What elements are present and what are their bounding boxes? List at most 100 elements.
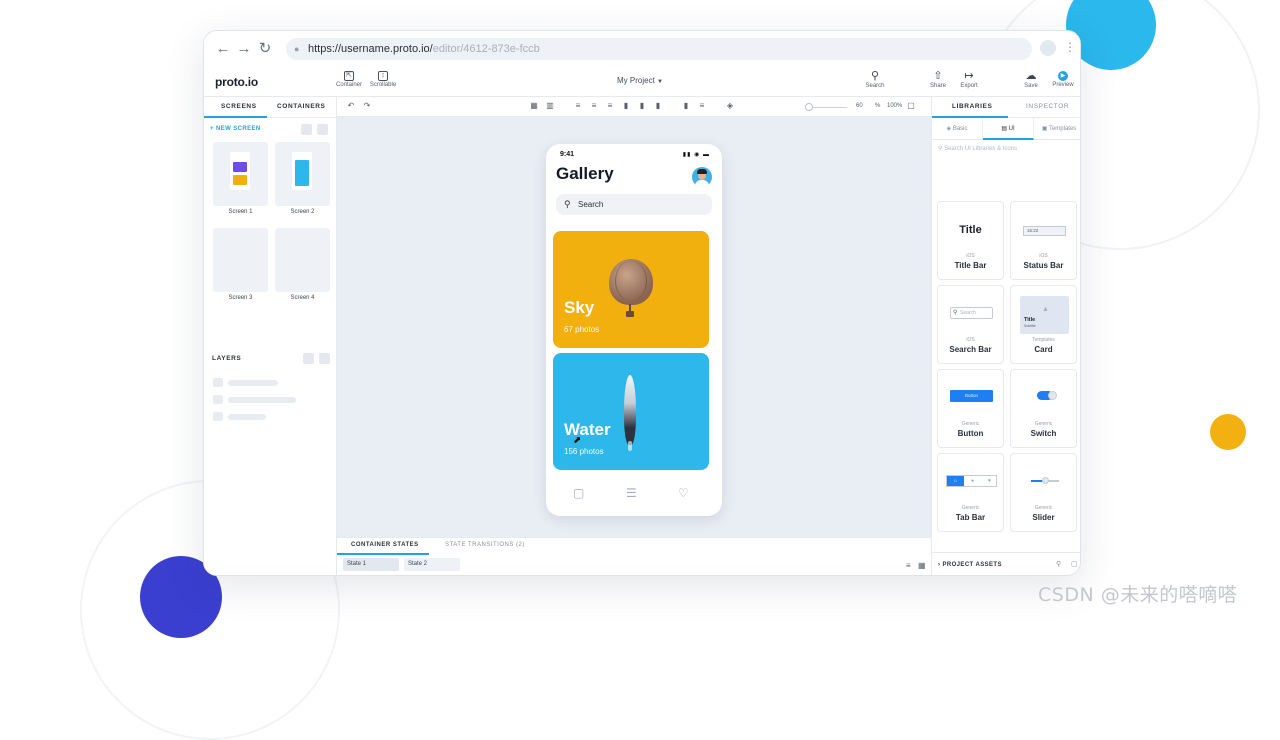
layers-action-button-2[interactable] <box>319 353 330 364</box>
group-icon[interactable]: ▦ <box>530 102 538 110</box>
container-tool-button[interactable]: ⇱ Container <box>334 71 364 88</box>
subtab-ui-label: UI <box>1008 126 1015 132</box>
avatar[interactable] <box>692 167 712 187</box>
screen-label-2: Screen 2 <box>290 209 315 215</box>
forward-arrow-icon[interactable]: → <box>235 40 253 58</box>
boat-wake <box>628 441 632 451</box>
align-bottom-icon[interactable]: ▮ <box>654 102 662 110</box>
project-assets-label: PROJECT ASSETS <box>942 562 1002 568</box>
list-view-icon[interactable]: ≡ <box>906 561 911 570</box>
component-category: Generic <box>1034 421 1053 427</box>
component-switch[interactable]: Generic Switch <box>1010 369 1077 448</box>
heart-icon[interactable]: ♡ <box>678 486 689 500</box>
design-canvas[interactable]: ↶ ↷ ▦ ▥ ≡ ≡ ≡ ▮ ▮ ▮ ▮ ≡ ◈ 60 % 100% ▢ 9:… <box>337 97 931 537</box>
state-chip-1[interactable]: State 1 <box>343 558 399 571</box>
reload-icon[interactable]: ↻ <box>256 40 274 58</box>
zoom-slider-handle[interactable] <box>805 103 813 111</box>
card-subtitle: 67 photos <box>564 325 600 334</box>
component-category: Generic <box>961 421 980 427</box>
align-middle-icon[interactable]: ▮ <box>638 102 646 110</box>
undo-icon[interactable]: ↶ <box>347 102 355 110</box>
component-card[interactable]: ▲ Title Subtitle Templates Card <box>1010 285 1077 364</box>
distribute-horizontal-icon[interactable]: ▮ <box>682 102 690 110</box>
subtab-basic[interactable]: ◈ Basic <box>932 118 983 140</box>
tab-libraries[interactable]: LIBRARIES <box>952 103 992 110</box>
library-search-placeholder: Search UI Libraries & Icons <box>944 146 1018 152</box>
component-search-bar[interactable]: ⚲ Search iOS Search Bar <box>937 285 1004 364</box>
sliders-icon[interactable]: ☰ <box>626 486 637 500</box>
align-center-icon[interactable]: ≡ <box>590 102 598 110</box>
component-button[interactable]: Button Generic Button <box>937 369 1004 448</box>
list-view-button[interactable] <box>317 124 328 135</box>
subtab-basic-label: Basic <box>952 126 968 132</box>
component-category: Generic <box>1034 505 1053 511</box>
image-icon[interactable]: ▢ <box>1071 553 1078 575</box>
back-arrow-icon[interactable]: ← <box>214 40 232 58</box>
component-status-bar[interactable]: 16:22 iOS Status Bar <box>1010 201 1077 280</box>
screen-label-1: Screen 1 <box>228 209 253 215</box>
phone-search-field[interactable]: ⚲ Search <box>556 194 712 215</box>
slider-preview <box>1031 477 1059 484</box>
project-title-dropdown[interactable]: My Project ▼ <box>617 76 663 85</box>
app-logo[interactable]: proto.io <box>215 75 258 89</box>
profile-avatar[interactable] <box>1040 40 1056 56</box>
ungroup-icon[interactable]: ▥ <box>546 102 554 110</box>
align-top-icon[interactable]: ▮ <box>622 102 630 110</box>
save-tool-button[interactable]: ☁ Save <box>1020 70 1042 89</box>
layer-row-placeholder[interactable] <box>228 380 278 386</box>
layer-row-placeholder[interactable] <box>228 414 266 420</box>
scrollable-tool-button[interactable]: ↕ Scrollable <box>367 71 399 88</box>
align-left-icon[interactable]: ≡ <box>574 102 582 110</box>
screen-thumbnail-3[interactable] <box>213 228 268 292</box>
fit-screen-icon[interactable]: ▢ <box>907 102 915 110</box>
component-tab-bar[interactable]: ⌂ ● ♥ Generic Tab Bar <box>937 453 1004 532</box>
kebab-menu-icon[interactable]: ⋮ <box>1064 40 1076 54</box>
layer-row-placeholder[interactable] <box>228 397 296 403</box>
library-search-input[interactable]: ⚲ Search UI Libraries & Icons <box>938 145 1017 152</box>
arrange-icon[interactable]: ◈ <box>726 102 734 110</box>
tab-screens[interactable]: SCREENS <box>221 103 257 110</box>
address-bar[interactable]: ● https://username.proto.io/editor/4612-… <box>286 38 1032 60</box>
distribute-vertical-icon[interactable]: ≡ <box>698 102 706 110</box>
zoom-value[interactable]: 60 <box>856 103 863 109</box>
zoom-fit-button[interactable]: 100% <box>887 103 902 109</box>
gallery-card-water[interactable]: Water 156 photos ⬈ <box>553 353 709 470</box>
screen-label-3: Screen 3 <box>228 295 253 301</box>
zoom-slider[interactable] <box>807 107 847 108</box>
component-category: iOS <box>1039 253 1048 259</box>
subtab-templates[interactable]: ▣ Templates <box>1034 118 1080 140</box>
tab-container-states[interactable]: CONTAINER STATES <box>351 542 419 548</box>
component-category: iOS <box>966 253 975 259</box>
tab-containers[interactable]: CONTAINERS <box>277 103 326 110</box>
export-tool-button[interactable]: ↦ Export <box>956 70 982 89</box>
heart-icon: ♥ <box>988 478 991 484</box>
switch-preview <box>1037 391 1057 400</box>
layers-action-button-1[interactable] <box>303 353 314 364</box>
align-right-icon[interactable]: ≡ <box>606 102 614 110</box>
project-assets-section[interactable]: › PROJECT ASSETS ⚲ ▢ <box>932 552 1080 575</box>
folder-icon[interactable]: ▢ <box>573 486 584 500</box>
tab-inspector[interactable]: INSPECTOR <box>1026 103 1069 110</box>
screen-thumbnail-4[interactable] <box>275 228 330 292</box>
share-tool-button[interactable]: ⇧ Share <box>927 70 949 89</box>
screen-thumbnail-2[interactable] <box>275 142 330 206</box>
preview-tool-button[interactable]: ▶ Preview <box>1049 70 1077 88</box>
screen-thumbnail-1[interactable] <box>213 142 268 206</box>
preview-tool-label: Preview <box>1052 82 1074 88</box>
state-chip-2[interactable]: State 2 <box>404 558 460 571</box>
component-title-bar[interactable]: Title iOS Title Bar <box>937 201 1004 280</box>
subtab-ui[interactable]: ▤ UI <box>983 118 1034 140</box>
search-icon[interactable]: ⚲ <box>1056 553 1062 575</box>
phone-screen[interactable]: 9:41 ▮▮ ◉ ▬ Gallery ⚲ Search Sky 67 phot… <box>546 144 722 516</box>
component-name: Tab Bar <box>955 513 986 522</box>
component-slider[interactable]: Generic Slider <box>1010 453 1077 532</box>
tab-state-transitions[interactable]: STATE TRANSITIONS (2) <box>445 542 525 548</box>
grid-view-button[interactable] <box>301 124 312 135</box>
redo-icon[interactable]: ↷ <box>363 102 371 110</box>
search-tool-button[interactable]: ⚲ Search <box>862 70 888 89</box>
status-time: 9:41 <box>560 151 575 158</box>
watermark: CSDN @未来的嗒嘀嗒 <box>1038 584 1238 606</box>
grid-view-icon[interactable]: ▦ <box>918 561 926 570</box>
new-screen-button[interactable]: + NEW SCREEN <box>210 126 261 132</box>
gallery-card-sky[interactable]: Sky 67 photos <box>553 231 709 348</box>
